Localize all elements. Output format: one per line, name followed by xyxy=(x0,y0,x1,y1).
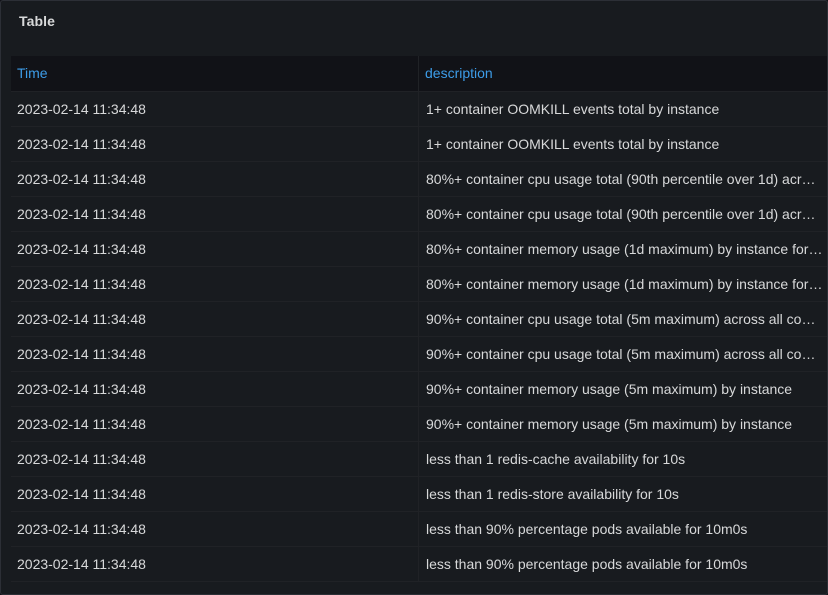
column-header-description[interactable]: description xyxy=(419,56,827,91)
cell-time: 2023-02-14 11:34:48 xyxy=(11,547,419,581)
cell-time: 2023-02-14 11:34:48 xyxy=(11,477,419,511)
table-row[interactable]: 2023-02-14 11:34:48 80%+ container cpu us… xyxy=(11,197,827,232)
table-panel: Table Time description 2023-02-14 11:34:… xyxy=(0,0,828,595)
cell-description: 80%+ container memory usage (1d maximum)… xyxy=(426,276,827,292)
table-row[interactable]: 2023-02-14 11:34:48 less than 1 redis-cac… xyxy=(11,442,827,477)
cell-description: 90%+ container memory usage (5m maximum)… xyxy=(426,416,793,432)
table-row[interactable]: 2023-02-14 11:34:48 90%+ container memory… xyxy=(11,407,827,442)
table-row[interactable]: 2023-02-14 11:34:48 less than 1 redis-sto… xyxy=(11,477,827,512)
cell-description: 1+ container OOMKILL events total by ins… xyxy=(426,101,720,117)
table-row[interactable]: 2023-02-14 11:34:48 80%+ container cpu us… xyxy=(11,162,827,197)
panel-title[interactable]: Table xyxy=(19,13,55,29)
table-row[interactable]: 2023-02-14 11:34:48 90%+ container cpu us… xyxy=(11,337,827,372)
table-header: Time description xyxy=(11,56,827,92)
cell-time: 2023-02-14 11:34:48 xyxy=(11,232,419,266)
cell-description: 90%+ container memory usage (5m maximum)… xyxy=(426,381,793,397)
data-table: Time description 2023-02-14 11:34:48 1+ c… xyxy=(11,56,827,582)
table-row[interactable]: 2023-02-14 11:34:48 less than 90% percent… xyxy=(11,547,827,582)
cell-description: 80%+ container cpu usage total (90th per… xyxy=(426,206,827,222)
cell-description: less than 1 redis-cache availability for… xyxy=(426,451,686,467)
table-body: 2023-02-14 11:34:48 1+ container OOMKILL … xyxy=(11,92,827,582)
cell-time: 2023-02-14 11:34:48 xyxy=(11,127,419,161)
cell-description: less than 90% percentage pods available … xyxy=(426,556,748,572)
cell-description: less than 90% percentage pods available … xyxy=(426,521,748,537)
table-row[interactable]: 2023-02-14 11:34:48 1+ container OOMKILL … xyxy=(11,92,827,127)
cell-time: 2023-02-14 11:34:48 xyxy=(11,92,419,126)
cell-description: 90%+ container cpu usage total (5m maxim… xyxy=(426,346,827,362)
cell-time: 2023-02-14 11:34:48 xyxy=(11,442,419,476)
cell-time: 2023-02-14 11:34:48 xyxy=(11,512,419,546)
cell-description: 80%+ container memory usage (1d maximum)… xyxy=(426,241,827,257)
cell-time: 2023-02-14 11:34:48 xyxy=(11,162,419,196)
table-row[interactable]: 2023-02-14 11:34:48 90%+ container memory… xyxy=(11,372,827,407)
table-row[interactable]: 2023-02-14 11:34:48 90%+ container cpu us… xyxy=(11,302,827,337)
table-row[interactable]: 2023-02-14 11:34:48 1+ container OOMKILL … xyxy=(11,127,827,162)
cell-description: 90%+ container cpu usage total (5m maxim… xyxy=(426,311,827,327)
table-row[interactable]: 2023-02-14 11:34:48 80%+ container memory… xyxy=(11,267,827,302)
cell-time: 2023-02-14 11:34:48 xyxy=(11,337,419,371)
cell-time: 2023-02-14 11:34:48 xyxy=(11,372,419,406)
cell-time: 2023-02-14 11:34:48 xyxy=(11,197,419,231)
cell-time: 2023-02-14 11:34:48 xyxy=(11,302,419,336)
table-row[interactable]: 2023-02-14 11:34:48 less than 90% percent… xyxy=(11,512,827,547)
cell-description: 1+ container OOMKILL events total by ins… xyxy=(426,136,720,152)
cell-time: 2023-02-14 11:34:48 xyxy=(11,407,419,441)
table-row[interactable]: 2023-02-14 11:34:48 80%+ container memory… xyxy=(11,232,827,267)
column-header-time[interactable]: Time xyxy=(11,56,419,91)
cell-description: 80%+ container cpu usage total (90th per… xyxy=(426,171,827,187)
cell-time: 2023-02-14 11:34:48 xyxy=(11,267,419,301)
cell-description: less than 1 redis-store availability for… xyxy=(426,486,679,502)
